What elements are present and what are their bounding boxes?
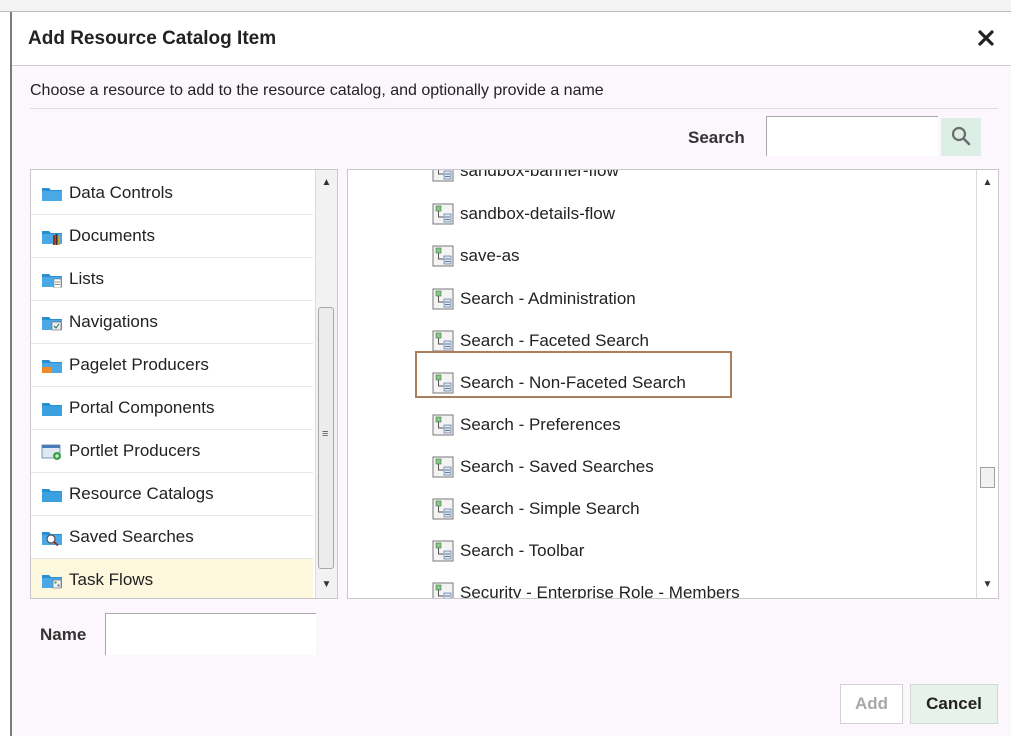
- list-item-label: sandbox-banner-flow: [460, 169, 619, 180]
- list-item-label: Navigations: [69, 312, 158, 331]
- list-item-resource-catalogs[interactable]: Resource Catalogs: [31, 473, 313, 516]
- instruction-divider: [30, 108, 998, 109]
- documents-folder-icon: [42, 231, 62, 245]
- search-label: Search: [688, 128, 745, 147]
- folder-icon: [42, 403, 62, 416]
- navigations-folder-icon: [42, 317, 62, 331]
- list-item-label: Search - Non-Faceted Search: [460, 373, 686, 392]
- task-flow-icon: [432, 170, 454, 182]
- saved-searches-icon: [42, 532, 62, 546]
- lists-folder-icon: [42, 274, 62, 288]
- dialog-title: Add Resource Catalog Item: [28, 28, 277, 49]
- list-item-label: Documents: [69, 226, 155, 245]
- list-item-label: Lists: [69, 269, 104, 288]
- data-controls-folder-icon: [42, 188, 62, 201]
- list-item-navigations[interactable]: Navigations: [31, 301, 313, 344]
- task-flow-icon: [432, 245, 454, 267]
- task-flow-icon: [432, 498, 454, 520]
- list-item-label: Portlet Producers: [69, 441, 201, 460]
- task-flow-icon: [432, 540, 454, 562]
- instruction-text: Choose a resource to add to the resource…: [30, 82, 604, 99]
- list-item-label: Search - Saved Searches: [460, 457, 654, 476]
- grip-icon: ≡: [322, 428, 329, 440]
- folder-icon: [42, 489, 62, 502]
- list-item-label: sandbox-details-flow: [460, 204, 615, 223]
- list-item-portal-components[interactable]: Portal Components: [31, 387, 313, 430]
- cancel-button[interactable]: Cancel: [910, 684, 998, 724]
- list-item-task-flows[interactable]: Task Flows: [31, 559, 313, 598]
- task-flow-icon: [432, 203, 454, 225]
- list-item-lists[interactable]: Lists: [31, 258, 313, 301]
- list-item-label: Search - Faceted Search: [460, 331, 649, 350]
- list-item-data-controls[interactable]: Data Controls: [31, 172, 313, 215]
- add-resource-catalog-item-dialog: Add Resource Catalog Item Choose a resou…: [10, 12, 1011, 736]
- scroll-up-arrow-icon[interactable]: ▲: [977, 174, 998, 192]
- name-label: Name: [40, 625, 87, 644]
- list-item-saved-searches[interactable]: Saved Searches: [31, 516, 313, 559]
- scroll-down-arrow-icon[interactable]: ▼: [316, 576, 337, 594]
- close-icon: [978, 30, 994, 46]
- list-item-label: Portal Components: [69, 398, 215, 417]
- dialog-header: Add Resource Catalog Item: [12, 12, 1011, 66]
- scrollbar-thumb[interactable]: [980, 467, 995, 488]
- search-input[interactable]: [766, 116, 938, 156]
- pagelet-producers-folder-icon: [42, 360, 62, 373]
- task-flow-icon: [432, 372, 454, 394]
- search-icon: [951, 126, 971, 146]
- task-flow-icon: [432, 456, 454, 478]
- task-flows-folder-icon: [42, 575, 62, 589]
- list-item-label: Search - Simple Search: [460, 499, 640, 518]
- task-flow-icon: [432, 414, 454, 436]
- resource-type-list: Data Controls Documents Lists Navigation…: [30, 169, 338, 599]
- add-button[interactable]: Add: [840, 684, 903, 724]
- list-item-label: Task Flows: [69, 570, 154, 589]
- close-button[interactable]: [972, 24, 1000, 52]
- search-button[interactable]: [941, 118, 981, 156]
- list-item-label: Pagelet Producers: [69, 355, 209, 374]
- scrollbar-thumb[interactable]: ≡: [318, 307, 334, 569]
- task-flow-icon: [432, 330, 454, 352]
- left-list-scrollbar[interactable]: ▲ ≡ ▼: [315, 170, 337, 598]
- list-item-label: Resource Catalogs: [69, 484, 214, 503]
- list-item-portlet-producers[interactable]: Portlet Producers: [31, 430, 313, 473]
- list-item-label: Search - Administration: [460, 289, 636, 308]
- list-item-pagelet-producers[interactable]: Pagelet Producers: [31, 344, 313, 387]
- list-item-label: save-as: [460, 246, 520, 265]
- portlet-producers-icon: [41, 444, 61, 460]
- list-item-label: Data Controls: [69, 183, 173, 202]
- task-flow-icon: [432, 582, 454, 598]
- right-list-scrollbar[interactable]: ▲ ▼: [976, 170, 998, 598]
- list-item-label: Saved Searches: [69, 527, 194, 546]
- task-flow-list: sandbox-banner-flow sandbox-details-flow: [347, 169, 999, 599]
- scroll-down-arrow-icon[interactable]: ▼: [977, 576, 998, 594]
- scroll-up-arrow-icon[interactable]: ▲: [316, 174, 337, 192]
- list-item-label: Search - Toolbar: [460, 541, 585, 560]
- list-item-documents[interactable]: Documents: [31, 215, 313, 258]
- task-flow-icon: [432, 288, 454, 310]
- list-item-label: Security - Enterprise Role - Members: [460, 583, 740, 599]
- name-input[interactable]: [105, 613, 316, 655]
- list-item-label: Search - Preferences: [460, 415, 621, 434]
